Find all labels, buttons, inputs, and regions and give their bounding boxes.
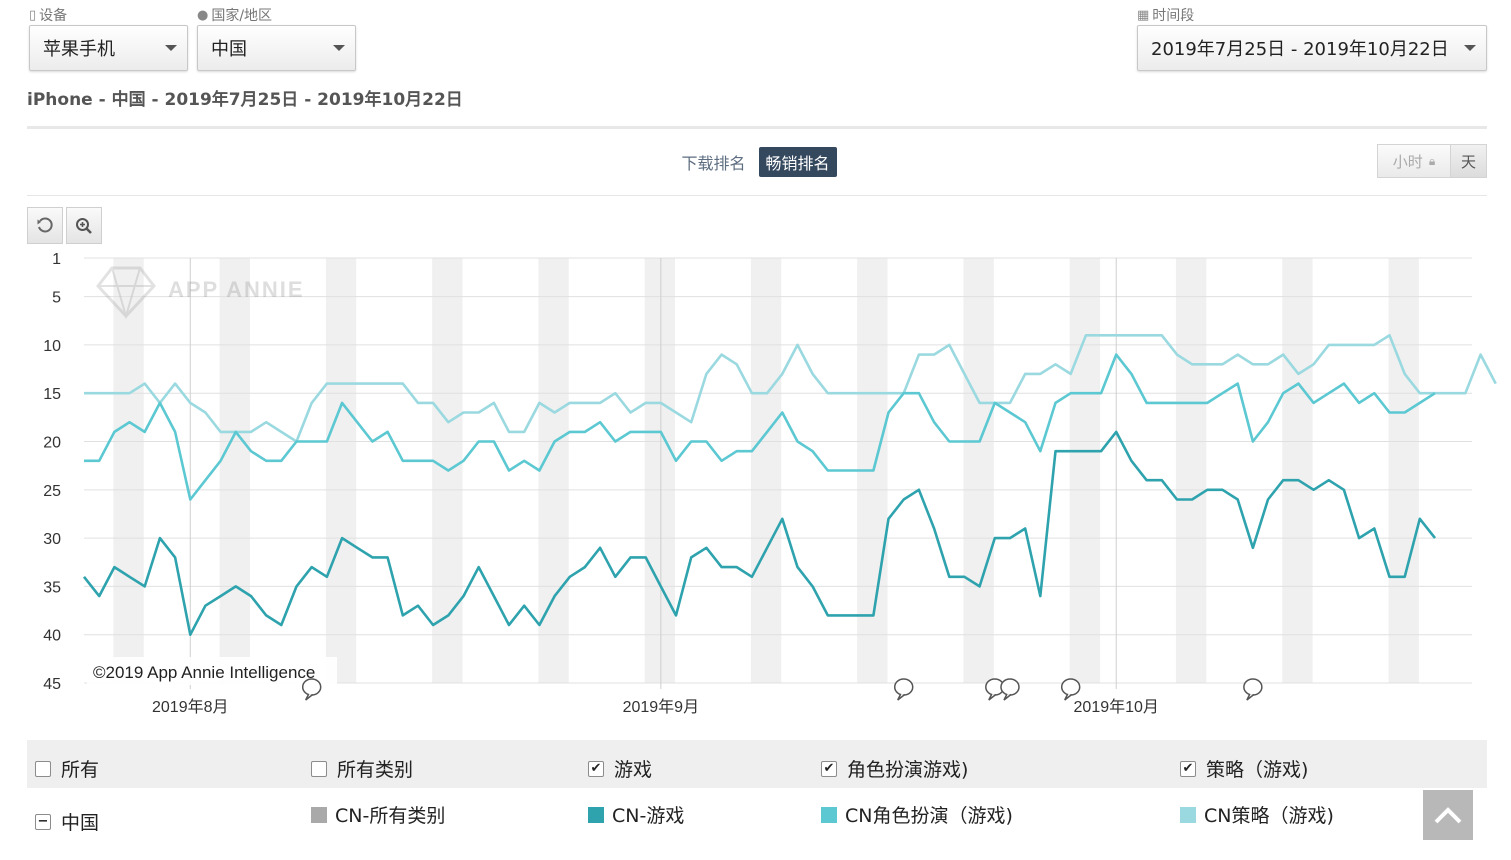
weekend-band [325, 258, 357, 683]
summary-title: iPhone - 中国 - 2019年7月25日 - 2019年10月22日 [27, 90, 463, 110]
weekend-band [1069, 258, 1101, 683]
granularity-hour[interactable]: 小时 🔒︎ [1377, 144, 1450, 178]
weekend-bands [113, 258, 1419, 683]
device-select[interactable]: 苹果手机 [29, 25, 188, 71]
divider [27, 195, 1487, 196]
granularity-day[interactable]: 天 [1450, 144, 1487, 178]
region-row-toggle[interactable]: − 中国 [35, 808, 99, 835]
y-tick-label: 1 [52, 251, 61, 268]
weekend-band [963, 258, 994, 683]
y-tick-label: 20 [43, 435, 61, 452]
weekend-band [219, 258, 250, 683]
event-marker-icon[interactable] [1000, 678, 1020, 701]
legend-item-cn-all[interactable]: CN-所有类别 [311, 801, 445, 828]
weekend-band [750, 258, 782, 683]
chevron-down-icon [165, 45, 177, 51]
chevron-down-icon [333, 45, 345, 51]
reset-icon [37, 216, 53, 232]
region-select[interactable]: 中国 [197, 25, 356, 71]
copyright-box: ©2019 App Annie Intelligence [87, 657, 337, 685]
scroll-to-top-button[interactable] [1423, 790, 1473, 840]
granularity-toggle: 小时 🔒︎ 天 [1377, 144, 1487, 178]
legend-swatch [588, 806, 604, 823]
calendar-icon: ▦ [1137, 7, 1150, 23]
weekend-band [1282, 258, 1313, 683]
filter-rpg[interactable]: ✔ 角色扮演游戏) [821, 755, 968, 782]
event-marker-icon[interactable] [893, 678, 914, 701]
legend-item-cn-games[interactable]: CN-游戏 [588, 801, 684, 828]
rank-tabs: 下载排名 畅销排名 [0, 147, 1511, 177]
y-tick-label: 45 [43, 676, 61, 693]
x-axis-ticks: 2019年8月 2019年9月 2019年10月 [152, 698, 1159, 716]
weekend-band [1175, 258, 1207, 683]
y-tick-label: 10 [43, 338, 61, 355]
legend-swatch [1180, 806, 1196, 823]
event-marker-icon[interactable] [1243, 678, 1263, 701]
legend-item-cn-strategy[interactable]: CN策略（游戏) [1180, 801, 1334, 828]
globe-icon: ● [197, 7, 209, 23]
x-tick-label: 2019年10月 [1074, 698, 1159, 716]
chevron-down-icon [1464, 45, 1476, 51]
collapse-icon[interactable]: − [35, 813, 51, 830]
phone-icon: ▯ [29, 7, 37, 23]
weekend-band [113, 258, 144, 683]
lock-icon: 🔒︎ [1428, 153, 1436, 168]
divider [27, 126, 1487, 129]
legend-swatch [821, 806, 837, 823]
x-tick-label: 2019年9月 [623, 698, 700, 716]
event-marker-icon[interactable] [1060, 678, 1081, 701]
tab-grossing[interactable]: 畅销排名 [758, 147, 837, 177]
legend-swatch [311, 806, 327, 823]
rank-chart: APP ANNIE 151015202530354045 2019年8月 2019… [43, 251, 1497, 716]
checkbox-checked[interactable]: ✔ [821, 760, 837, 777]
region-label: ● 国家/地区 [197, 7, 273, 25]
event-marker-icon[interactable] [301, 678, 322, 701]
weekend-band [1388, 258, 1419, 683]
y-tick-label: 15 [43, 386, 61, 403]
zoom-button[interactable] [66, 207, 102, 244]
period-select[interactable]: 2019年7月25日 - 2019年10月22日 [1137, 25, 1487, 71]
watermark-text: APP ANNIE [168, 277, 305, 302]
checkbox[interactable] [311, 760, 327, 777]
y-tick-label: 25 [43, 483, 61, 500]
tab-downloads[interactable]: 下载排名 [674, 147, 752, 177]
copyright-text: ©2019 App Annie Intelligence [93, 663, 315, 682]
filter-strategy[interactable]: ✔ 策略（游戏) [1180, 755, 1308, 782]
period-label: ▦ 时间段 [1137, 7, 1195, 25]
x-tick-label: 2019年8月 [152, 698, 229, 716]
legend-item-cn-rpg[interactable]: CN角色扮演（游戏) [821, 801, 1013, 828]
y-axis-ticks: 151015202530354045 [43, 251, 61, 693]
reset-zoom-button[interactable] [27, 207, 63, 244]
checkbox-checked[interactable]: ✔ [1180, 760, 1196, 777]
weekend-band [644, 258, 676, 683]
device-label: ▯ 设备 [29, 7, 68, 25]
y-tick-label: 35 [43, 579, 61, 596]
filter-all[interactable]: 所有 [35, 755, 99, 782]
filter-all-categories[interactable]: 所有类别 [311, 755, 413, 782]
checkbox-checked[interactable]: ✔ [588, 760, 604, 777]
chevron-up-icon [1434, 807, 1462, 824]
filter-games[interactable]: ✔ 游戏 [588, 755, 652, 782]
y-tick-label: 40 [43, 628, 61, 645]
zoom-icon [76, 217, 92, 234]
y-tick-label: 30 [43, 531, 61, 548]
y-tick-label: 5 [52, 290, 61, 307]
checkbox[interactable] [35, 760, 51, 777]
